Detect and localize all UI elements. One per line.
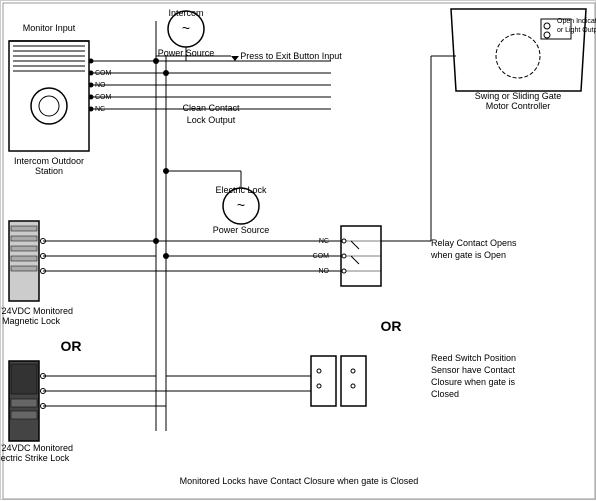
svg-text:Power Source: Power Source bbox=[213, 225, 270, 235]
svg-text:~: ~ bbox=[182, 20, 190, 36]
svg-text:Monitor Input: Monitor Input bbox=[23, 23, 76, 33]
svg-text:Station: Station bbox=[35, 166, 63, 176]
svg-text:Clean Contact: Clean Contact bbox=[182, 103, 240, 113]
svg-text:Closed: Closed bbox=[431, 389, 459, 399]
svg-text:OR: OR bbox=[61, 338, 82, 354]
svg-text:Electric Strike Lock: Electric Strike Lock bbox=[1, 453, 70, 463]
svg-text:Intercom Outdoor: Intercom Outdoor bbox=[14, 156, 84, 166]
svg-text:12/24VDC Monitored: 12/24VDC Monitored bbox=[1, 443, 73, 453]
svg-text:Monitored Locks have Contact C: Monitored Locks have Contact Closure whe… bbox=[180, 476, 419, 486]
svg-text:Closure when gate is: Closure when gate is bbox=[431, 377, 516, 387]
svg-text:Open Indicator: Open Indicator bbox=[557, 18, 596, 25]
svg-text:12/24VDC Monitored: 12/24VDC Monitored bbox=[1, 306, 73, 316]
svg-text:Relay Contact Opens: Relay Contact Opens bbox=[431, 238, 517, 248]
svg-text:~: ~ bbox=[237, 197, 245, 213]
svg-text:Lock Output: Lock Output bbox=[187, 115, 236, 125]
svg-text:Intercom: Intercom bbox=[168, 8, 203, 18]
svg-text:Magnetic Lock: Magnetic Lock bbox=[2, 316, 61, 326]
svg-text:Sensor have Contact: Sensor have Contact bbox=[431, 365, 516, 375]
svg-text:OR: OR bbox=[381, 318, 402, 334]
svg-text:when gate is Open: when gate is Open bbox=[430, 250, 506, 260]
svg-text:Swing or Sliding Gate: Swing or Sliding Gate bbox=[475, 91, 562, 101]
svg-text:Reed Switch Position: Reed Switch Position bbox=[431, 353, 516, 363]
svg-text:Motor Controller: Motor Controller bbox=[486, 101, 551, 111]
wiring-diagram: Monitor Input COM NO COM NC Intercom Out… bbox=[0, 0, 596, 500]
svg-text:Press to Exit Button Input: Press to Exit Button Input bbox=[240, 51, 342, 61]
svg-text:or Light Output: or Light Output bbox=[557, 27, 596, 34]
